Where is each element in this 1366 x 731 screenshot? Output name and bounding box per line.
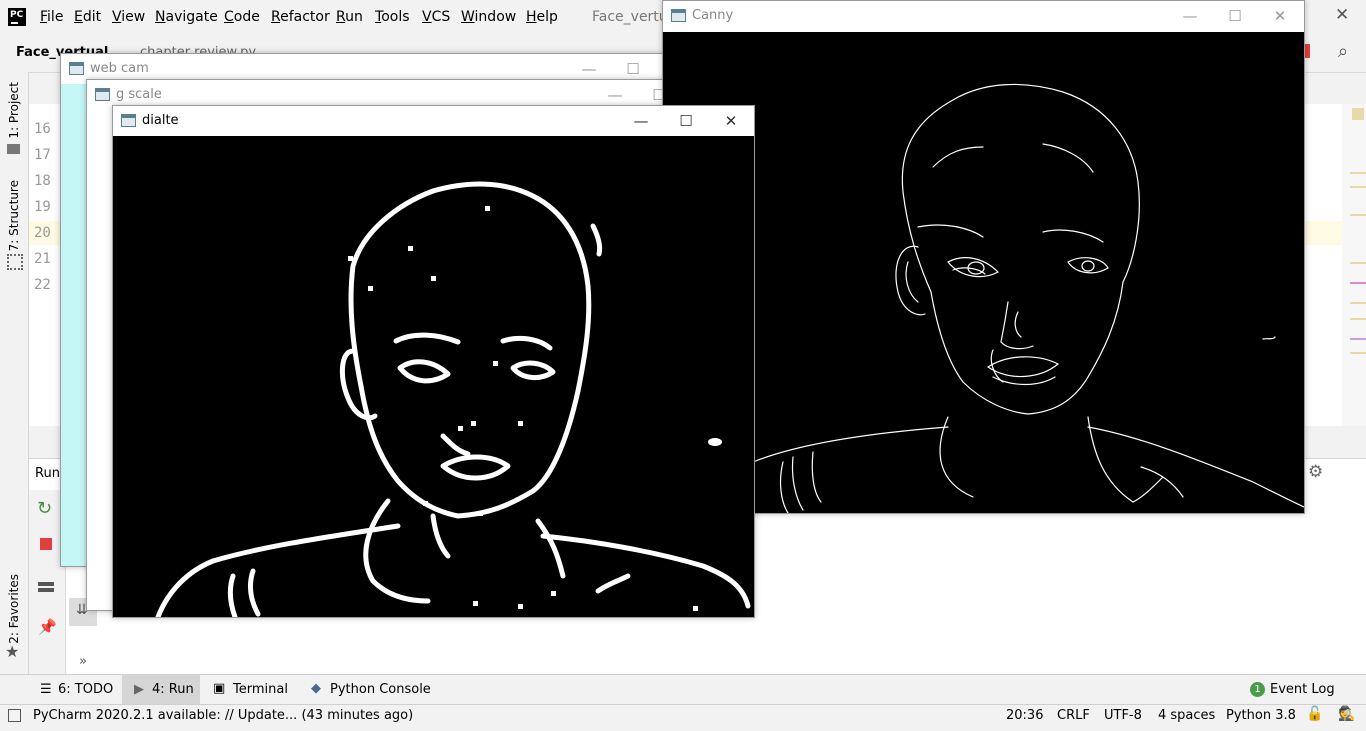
stop-icon[interactable] bbox=[40, 538, 52, 550]
window-title: Canny bbox=[692, 8, 734, 23]
bottom-tool-tabs bbox=[0, 674, 1366, 705]
minimize-icon[interactable]: — bbox=[1167, 5, 1213, 27]
menu-help[interactable]: Help bbox=[526, 9, 558, 25]
pycharm-logo-icon: PC bbox=[8, 8, 26, 26]
tab-python-console[interactable]: Python Console bbox=[330, 682, 431, 697]
line-number: 18 bbox=[34, 173, 51, 189]
scroll-marker bbox=[1350, 214, 1366, 216]
folder-icon bbox=[7, 144, 20, 154]
window-app-icon bbox=[671, 9, 686, 22]
canny-edge-image bbox=[663, 32, 1304, 513]
status-encoding[interactable]: UTF-8 bbox=[1104, 708, 1142, 723]
canny-titlebar[interactable]: Canny — ☐ ✕ bbox=[663, 1, 1304, 31]
menu-vcs[interactable]: VCS bbox=[422, 9, 450, 25]
window-app-icon bbox=[95, 88, 110, 101]
window-title: g scale bbox=[116, 87, 162, 102]
menu-refactor[interactable]: Refactor bbox=[271, 9, 330, 25]
expand-chevrons-icon[interactable]: » bbox=[79, 654, 87, 669]
dilated-face-edges-icon bbox=[155, 181, 751, 617]
run-play-icon: ▶ bbox=[134, 682, 144, 697]
python-console-icon: ◆ bbox=[311, 681, 321, 696]
event-count-badge: 1 bbox=[1250, 682, 1265, 697]
menu-navigate[interactable]: Navigate bbox=[155, 9, 218, 25]
maximize-icon[interactable]: ☐ bbox=[663, 110, 709, 132]
menu-window[interactable]: Window bbox=[461, 9, 516, 25]
canny-face-edges-icon bbox=[717, 83, 1304, 513]
pin-icon[interactable]: 📌 bbox=[38, 618, 57, 636]
scroll-marker bbox=[1350, 262, 1366, 264]
status-cursor-position[interactable]: 20:36 bbox=[1006, 708, 1043, 723]
minimize-icon[interactable]: — bbox=[566, 58, 612, 80]
rerun-icon[interactable]: ↻ bbox=[37, 498, 52, 519]
canny-window[interactable]: Canny — ☐ ✕ bbox=[662, 0, 1305, 514]
warning-marker-icon[interactable] bbox=[1352, 108, 1364, 120]
menu-tools[interactable]: Tools bbox=[375, 9, 410, 25]
line-number: 21 bbox=[34, 251, 51, 267]
minimize-icon[interactable]: — bbox=[618, 110, 664, 132]
terminal-icon: ▣ bbox=[213, 681, 226, 696]
scroll-marker bbox=[1350, 318, 1366, 320]
list-icon: ☰ bbox=[40, 682, 52, 697]
menu-view[interactable]: View bbox=[112, 9, 145, 25]
window-app-icon bbox=[121, 114, 136, 127]
ide-close-icon[interactable]: ✕ bbox=[1335, 5, 1349, 25]
status-interpreter[interactable]: Python 3.8 bbox=[1226, 708, 1296, 723]
search-icon[interactable]: ⌕ bbox=[1338, 41, 1348, 62]
dilated-edge-image bbox=[113, 136, 754, 617]
tab-project[interactable]: 1: Project bbox=[7, 82, 21, 139]
maximize-icon[interactable]: ☐ bbox=[610, 58, 656, 80]
left-tool-strip: 1: Project 7: Structure 2: Favorites ★ bbox=[0, 72, 29, 674]
scroll-marker bbox=[1350, 172, 1366, 174]
editor-scroll-markers[interactable] bbox=[1342, 104, 1366, 426]
menu-edit[interactable]: Edit bbox=[74, 9, 101, 25]
menu-code[interactable]: Code bbox=[224, 9, 260, 25]
status-toggle-icon[interactable] bbox=[8, 709, 21, 722]
scroll-marker bbox=[1350, 338, 1366, 340]
menu-run[interactable]: Run bbox=[336, 9, 363, 25]
dilate-titlebar[interactable]: dialte — ☐ ✕ bbox=[113, 106, 754, 136]
tab-terminal[interactable]: Terminal bbox=[233, 682, 288, 697]
tab-run[interactable]: 4: Run bbox=[152, 682, 194, 697]
tab-event-log[interactable]: Event Log bbox=[1270, 682, 1335, 697]
scroll-marker bbox=[1350, 282, 1366, 284]
line-number: 22 bbox=[34, 277, 51, 293]
status-indent[interactable]: 4 spaces bbox=[1158, 708, 1215, 723]
window-title: dialte bbox=[142, 113, 179, 128]
minimize-icon[interactable]: — bbox=[592, 84, 638, 106]
menu-file[interactable]: File bbox=[40, 9, 63, 25]
maximize-icon[interactable]: ☐ bbox=[1212, 5, 1258, 27]
line-number: 19 bbox=[34, 199, 51, 215]
close-icon[interactable]: ✕ bbox=[1257, 5, 1303, 27]
window-app-icon bbox=[69, 62, 84, 75]
lock-icon[interactable]: 🔓 bbox=[1306, 706, 1323, 722]
line-number: 17 bbox=[34, 147, 51, 163]
dilate-window[interactable]: dialte — ☐ ✕ bbox=[112, 105, 755, 618]
scroll-marker bbox=[1350, 186, 1366, 188]
status-message[interactable]: PyCharm 2020.2.1 available: // Update...… bbox=[33, 708, 413, 723]
star-icon: ★ bbox=[5, 642, 20, 661]
structure-icon bbox=[7, 254, 23, 270]
tab-favorites[interactable]: 2: Favorites bbox=[7, 574, 21, 644]
line-number: 16 bbox=[34, 121, 51, 137]
status-line-separator[interactable]: CRLF bbox=[1057, 708, 1090, 723]
scroll-marker bbox=[1350, 352, 1366, 354]
inspector-icon[interactable]: 🕵 bbox=[1338, 706, 1355, 722]
layout-icon[interactable] bbox=[38, 582, 54, 592]
scroll-marker bbox=[1350, 302, 1366, 304]
tab-todo[interactable]: 6: TODO bbox=[58, 682, 113, 697]
window-title: web cam bbox=[90, 61, 149, 76]
settings-gear-icon[interactable]: ⚙ bbox=[1308, 462, 1323, 482]
close-icon[interactable]: ✕ bbox=[708, 110, 754, 132]
tab-structure[interactable]: 7: Structure bbox=[7, 180, 21, 251]
line-number: 20 bbox=[34, 225, 51, 241]
